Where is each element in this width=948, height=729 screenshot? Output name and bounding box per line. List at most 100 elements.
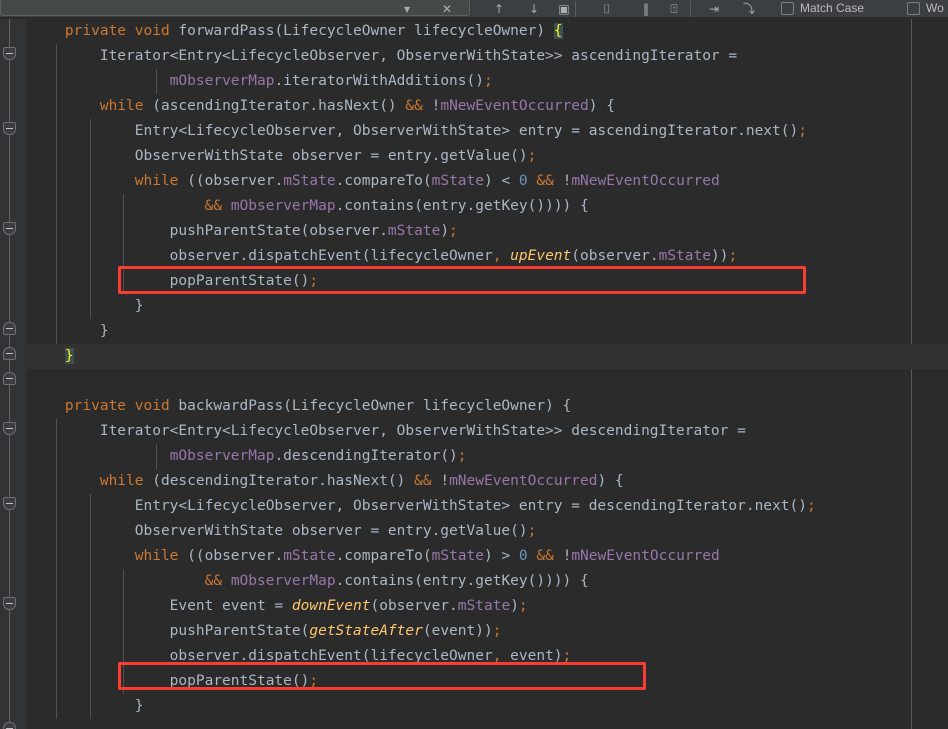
code-token: mObserverMap — [230, 198, 336, 214]
select-all-occurrences-icon[interactable]: ▣ — [555, 0, 573, 17]
editor-gutter[interactable] — [0, 19, 26, 729]
history-dropdown-icon[interactable]: ▾ — [398, 0, 416, 17]
match-case-checkbox[interactable] — [781, 2, 794, 15]
indent-guide — [56, 619, 57, 644]
code-token: popParentState() — [30, 673, 310, 689]
code-editor[interactable]: private void forwardPass(LifecycleOwner … — [0, 19, 948, 729]
code-token: ) { — [597, 473, 624, 489]
code-token: (observer. — [571, 248, 659, 264]
code-token: pushParentState(observer. — [30, 223, 388, 239]
code-line[interactable]: pushParentState(observer.mState); — [26, 219, 948, 244]
words-checkbox[interactable] — [907, 2, 920, 15]
code-line[interactable]: popParentState(); — [26, 669, 948, 694]
code-token: void — [134, 398, 170, 414]
add-selection-next-icon[interactable]: ⌷ — [598, 0, 616, 17]
code-line[interactable]: observer.dispatchEvent(lifecycleOwner, u… — [26, 244, 948, 269]
code-line[interactable]: while ((observer.mState.compareTo(mState… — [26, 544, 948, 569]
toolbar-separator-1 — [690, 1, 691, 17]
code-line[interactable]: } — [26, 344, 948, 369]
code-line[interactable]: private void forwardPass(LifecycleOwner … — [26, 19, 948, 44]
add-selection-all-icon[interactable]: ‖ — [637, 0, 655, 17]
code-token: && — [536, 548, 554, 564]
code-token: .iteratorWithAdditions() — [274, 73, 484, 89]
find-next-icon[interactable]: ↓ — [525, 0, 543, 17]
fold-toggle-2[interactable] — [3, 222, 16, 235]
code-token: mState — [431, 548, 484, 564]
indent-guide — [90, 119, 91, 144]
code-content[interactable]: private void forwardPass(LifecycleOwner … — [26, 19, 948, 729]
indent-guide — [90, 269, 91, 294]
indent-guide — [90, 669, 91, 694]
remove-selection-icon[interactable]: ⍐ — [665, 0, 683, 17]
code-line[interactable]: ObserverWithState observer = entry.getVa… — [26, 519, 948, 544]
code-token: observer.dispatchEvent(lifecycleOwner — [30, 648, 493, 664]
code-line[interactable]: pushParentState(getStateAfter(event)); — [26, 619, 948, 644]
indent-guide — [90, 144, 91, 169]
fold-toggle-9[interactable] — [3, 722, 16, 729]
code-line[interactable]: Iterator<Entry<LifecycleObserver, Observ… — [26, 419, 948, 444]
code-line[interactable]: while (ascendingIterator.hasNext() && !m… — [26, 94, 948, 119]
code-token: && — [414, 473, 432, 489]
code-token: observer.dispatchEvent(lifecycleOwner — [30, 248, 493, 264]
indent-guide — [56, 194, 57, 219]
code-line[interactable]: ObserverWithState observer = entry.getVa… — [26, 144, 948, 169]
code-line[interactable]: private void backwardPass(LifecycleOwner… — [26, 394, 948, 419]
fold-toggle-5[interactable] — [3, 372, 16, 385]
code-line[interactable]: mObserverMap.descendingIterator(); — [26, 444, 948, 469]
indent-guide — [56, 444, 57, 469]
code-line[interactable]: while (descendingIterator.hasNext() && !… — [26, 469, 948, 494]
code-token: ! — [422, 98, 441, 114]
code-token: )) — [710, 248, 729, 264]
code-line[interactable]: while ((observer.mState.compareTo(mState… — [26, 169, 948, 194]
code-token: backwardPass(LifecycleOwner lifecycleOwn… — [169, 398, 572, 414]
filter-dropdown-icon[interactable]: ⤵ — [740, 0, 758, 17]
code-line[interactable]: Entry<LifecycleObserver, ObserverWithSta… — [26, 494, 948, 519]
code-line[interactable]: } — [26, 694, 948, 719]
indent-guide — [56, 494, 57, 519]
code-line[interactable]: && mObserverMap.contains(entry.getKey())… — [26, 194, 948, 219]
code-line[interactable]: popParentState(); — [26, 269, 948, 294]
code-token: event) — [501, 648, 563, 664]
indent-guide — [56, 544, 57, 569]
code-token: ; — [806, 498, 816, 514]
code-token: (observer. — [370, 598, 458, 614]
code-token: popParentState() — [30, 273, 310, 289]
fold-toggle-6[interactable] — [3, 422, 16, 435]
code-line[interactable]: && mObserverMap.contains(entry.getKey())… — [26, 569, 948, 594]
fold-toggle-8[interactable] — [3, 597, 16, 610]
code-line[interactable] — [26, 369, 948, 394]
code-line[interactable]: Event event = downEvent(observer.mState)… — [26, 594, 948, 619]
code-line[interactable]: Entry<LifecycleObserver, ObserverWithSta… — [26, 119, 948, 144]
code-token: .contains(entry.getKey()))) { — [335, 198, 589, 214]
indent-guide — [56, 119, 57, 144]
code-token: ; — [483, 73, 493, 89]
fold-toggle-7[interactable] — [3, 497, 16, 510]
toolbar-separator-0 — [575, 1, 576, 17]
code-token: && — [536, 173, 554, 189]
code-line[interactable]: Iterator<Entry<LifecycleObserver, Observ… — [26, 44, 948, 69]
code-token: Iterator<Entry<LifecycleObserver, Observ… — [30, 48, 738, 64]
code-line[interactable]: mObserverMap.iteratorWithAdditions(); — [26, 69, 948, 94]
code-line[interactable]: observer.dispatchEvent(lifecycleOwner, e… — [26, 644, 948, 669]
code-line[interactable]: } — [26, 319, 948, 344]
code-token: ) < — [484, 173, 519, 189]
code-token: ; — [518, 598, 528, 614]
fold-toggle-0[interactable] — [3, 47, 16, 60]
code-line[interactable]: } — [26, 294, 948, 319]
fold-toggle-3[interactable] — [3, 322, 16, 335]
fold-toggle-4[interactable] — [3, 347, 16, 360]
close-search-icon[interactable]: ✕ — [438, 0, 456, 17]
code-token: mNewEventOccurred — [571, 548, 720, 564]
find-previous-icon[interactable]: ↑ — [490, 0, 508, 17]
indent-guide — [90, 294, 91, 319]
fold-toggle-1[interactable] — [3, 122, 16, 135]
indent-guide — [90, 194, 91, 219]
indent-guide — [123, 244, 124, 269]
select-lines-icon[interactable]: ⇥ — [705, 0, 723, 17]
